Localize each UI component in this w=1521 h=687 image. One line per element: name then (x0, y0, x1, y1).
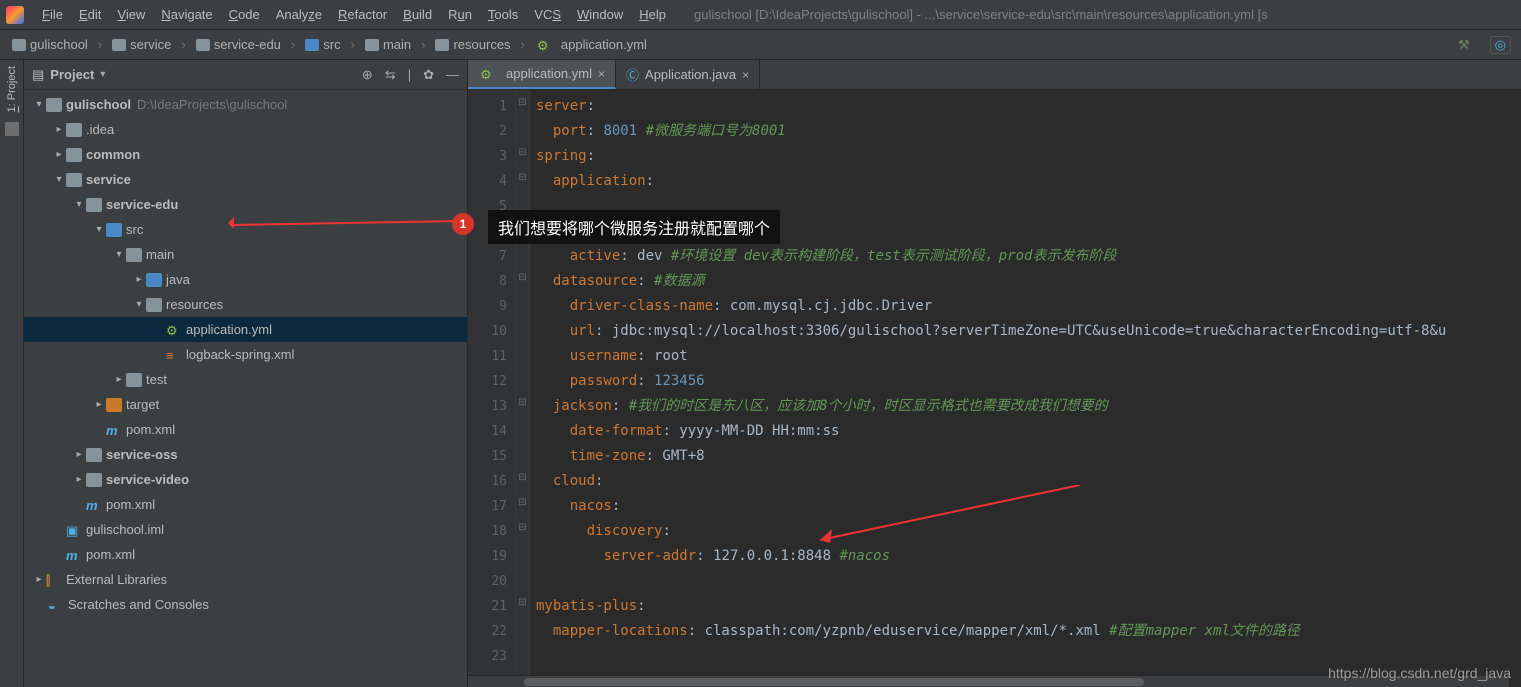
menu-vcs[interactable]: VCS (526, 0, 569, 30)
tree-pom-3[interactable]: pom.xml (24, 542, 467, 567)
menu-code[interactable]: Code (221, 0, 268, 30)
tree-pom-2[interactable]: pom.xml (24, 492, 467, 517)
crumb-service[interactable]: service (110, 37, 173, 52)
menu-run[interactable]: Run (440, 0, 480, 30)
annotation-tooltip: 我们想要将哪个微服务注册就配置哪个 (488, 210, 780, 244)
crumb-main[interactable]: main (363, 37, 413, 52)
locate-icon[interactable]: ⊕ (362, 67, 373, 83)
tab-label: Application.java (645, 67, 736, 82)
panel-title[interactable]: Project (50, 67, 94, 82)
tree-iml[interactable]: gulischool.iml (24, 517, 467, 542)
close-tab-icon[interactable]: × (598, 67, 605, 81)
tree-main[interactable]: main (24, 242, 467, 267)
breadcrumb-bar: gulischool service service-edu src main … (0, 30, 1521, 60)
project-tree[interactable]: gulischoolD:\IdeaProjects\gulischool .id… (24, 90, 467, 687)
window-title: gulischool [D:\IdeaProjects\gulischool] … (694, 7, 1268, 22)
hide-panel-icon[interactable]: — (446, 67, 459, 83)
crumb-resources[interactable]: resources (433, 37, 512, 52)
tab-application-yml[interactable]: application.yml × (468, 60, 616, 89)
tree-service-oss[interactable]: service-oss (24, 442, 467, 467)
editor-body: 1234567891011121314151617181920212223 ⊟⊟… (468, 90, 1521, 687)
tree-service[interactable]: service (24, 167, 467, 192)
menu-refactor[interactable]: Refactor (330, 0, 395, 30)
view-mode-chevron-icon[interactable]: ▾ (100, 69, 105, 80)
editor-tabs: application.yml × Ⓒ Application.java × (468, 60, 1521, 90)
code-editor[interactable]: server: port: 8001 #微服务端口号为8001 spring: … (530, 90, 1521, 687)
menu-file[interactable]: File (34, 0, 71, 30)
build-hammer-icon[interactable]: ⚒ (1458, 37, 1470, 53)
tree-ext-lib[interactable]: External Libraries (24, 567, 467, 592)
crumb-application-yml[interactable]: application.yml (533, 37, 649, 52)
tree-idea[interactable]: .idea (24, 117, 467, 142)
tree-src[interactable]: src (24, 217, 467, 242)
settings-gear-icon[interactable]: ✿ (423, 67, 434, 83)
tree-root[interactable]: gulischoolD:\IdeaProjects\gulischool (24, 92, 467, 117)
menu-build[interactable]: Build (395, 0, 440, 30)
menu-edit[interactable]: Edit (71, 0, 109, 30)
tree-target[interactable]: target (24, 392, 467, 417)
tree-service-video[interactable]: service-video (24, 467, 467, 492)
tree-application-yml[interactable]: application.yml (24, 317, 467, 342)
menu-view[interactable]: View (109, 0, 153, 30)
crumb-service-edu[interactable]: service-edu (194, 37, 283, 52)
menu-navigate[interactable]: Navigate (153, 0, 220, 30)
run-target-icon[interactable]: ◎ (1490, 36, 1511, 54)
structure-tool-icon[interactable] (5, 122, 19, 136)
expand-icon[interactable]: ⇆ (385, 67, 396, 83)
menu-tools[interactable]: Tools (480, 0, 526, 30)
menu-analyze[interactable]: Analyze (268, 0, 330, 30)
editor-area: application.yml × Ⓒ Application.java × 1… (468, 60, 1521, 687)
tree-logback[interactable]: logback-spring.xml (24, 342, 467, 367)
tree-scratch[interactable]: Scratches and Consoles (24, 592, 467, 617)
tree-resources[interactable]: resources (24, 292, 467, 317)
project-tool-tab[interactable]: 1: Project (6, 66, 18, 112)
left-tool-strip: 1: Project (0, 60, 24, 687)
app-logo-icon (6, 6, 24, 24)
yml-file-icon (480, 67, 496, 81)
java-file-icon: Ⓒ (626, 65, 639, 84)
project-panel: ▤ Project ▾ ⊕ ⇆ | ✿ — gulischoolD:\IdeaP… (24, 60, 468, 687)
tree-common[interactable]: common (24, 142, 467, 167)
menubar: File Edit View Navigate Code Analyze Ref… (0, 0, 1521, 30)
tree-test[interactable]: test (24, 367, 467, 392)
scroll-thumb[interactable] (524, 678, 1144, 686)
project-view-icon: ▤ (32, 67, 44, 83)
project-panel-header: ▤ Project ▾ ⊕ ⇆ | ✿ — (24, 60, 467, 90)
line-number-gutter: 1234567891011121314151617181920212223 (468, 90, 516, 687)
crumb-gulischool[interactable]: gulischool (10, 37, 90, 52)
tree-service-edu[interactable]: service-edu (24, 192, 467, 217)
fold-gutter[interactable]: ⊟⊟⊟⊟⊟⊟⊟⊟⊟⊟ (516, 90, 530, 687)
tree-java[interactable]: java (24, 267, 467, 292)
crumb-src[interactable]: src (303, 37, 342, 52)
annotation-badge-1: 1 (452, 213, 474, 235)
menu-help[interactable]: Help (631, 0, 674, 30)
tree-pom-1[interactable]: pom.xml (24, 417, 467, 442)
tab-application-java[interactable]: Ⓒ Application.java × (616, 60, 760, 89)
separator: | (408, 67, 411, 83)
close-tab-icon[interactable]: × (742, 68, 749, 82)
tab-label: application.yml (506, 66, 592, 81)
workspace: 1: Project ▤ Project ▾ ⊕ ⇆ | ✿ — gulisch… (0, 60, 1521, 687)
menu-window[interactable]: Window (569, 0, 631, 30)
watermark: https://blog.csdn.net/grd_java (1328, 665, 1511, 681)
